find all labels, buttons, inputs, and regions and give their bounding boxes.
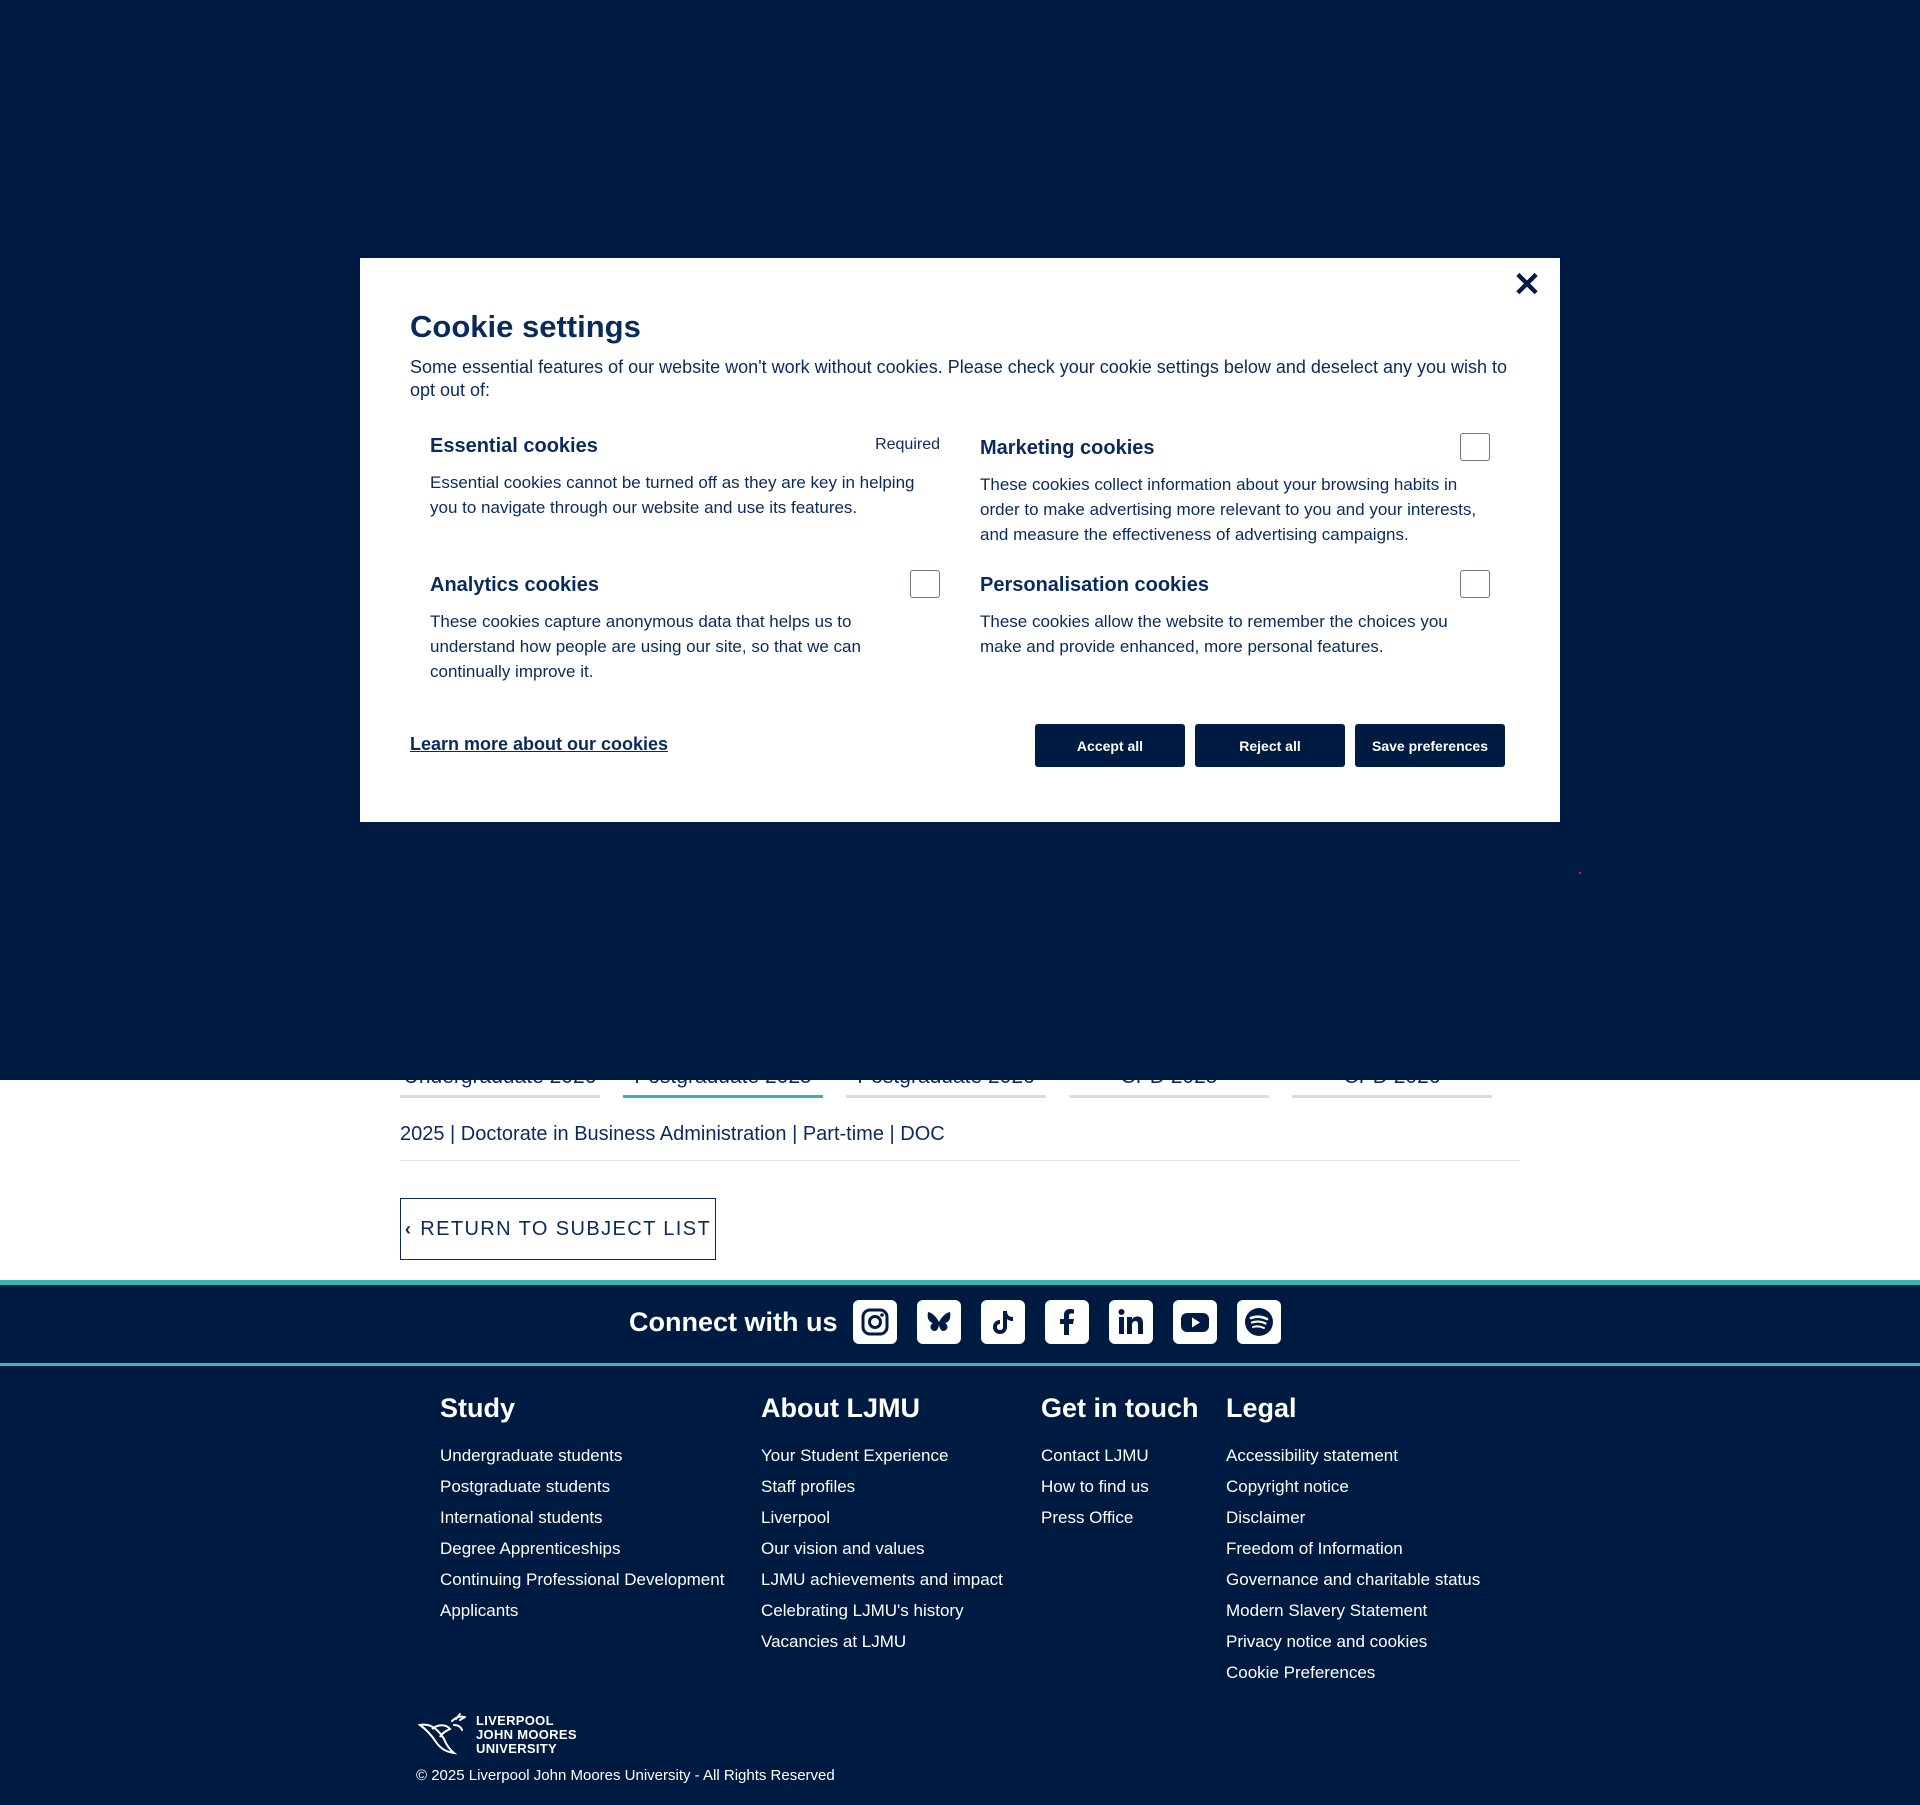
footer-link[interactable]: Vacancies at LJMU <box>761 1626 1003 1657</box>
footer-link[interactable]: Celebrating LJMU's history <box>761 1595 1003 1626</box>
course-title-line: 2025 | Doctorate in Business Administrat… <box>400 1123 1520 1161</box>
brand-line: UNIVERSITY <box>476 1741 558 1756</box>
reject-all-button[interactable]: Reject all <box>1195 724 1345 767</box>
footer-link[interactable]: Continuing Professional Development <box>440 1564 724 1595</box>
personalisation-cookies-title: Personalisation cookies <box>980 574 1209 596</box>
footer-link[interactable]: Applicants <box>440 1595 724 1626</box>
footer-link[interactable]: Freedom of Information <box>1226 1533 1480 1564</box>
footer-link[interactable]: Governance and charitable status <box>1226 1564 1480 1595</box>
footer-link[interactable]: Undergraduate students <box>440 1440 724 1471</box>
footer-link[interactable]: Contact LJMU <box>1041 1440 1199 1471</box>
footer-link[interactable]: Cookie Preferences <box>1226 1657 1480 1688</box>
return-button-label: RETURN TO SUBJECT LIST <box>420 1217 712 1240</box>
bluesky-icon[interactable] <box>917 1300 961 1344</box>
footer-link[interactable]: Accessibility statement <box>1226 1440 1480 1471</box>
footer-about-column: About LJMU Your Student Experience Staff… <box>761 1393 1003 1657</box>
footer-contact-title: Get in touch <box>1041 1393 1199 1423</box>
footer-link[interactable]: Press Office <box>1041 1502 1199 1533</box>
essential-cookies-section: Essential cookies Required Essential coo… <box>430 435 940 520</box>
footer-link[interactable]: Liverpool <box>761 1502 1003 1533</box>
tiktok-icon[interactable] <box>981 1300 1025 1344</box>
footer-link[interactable]: How to find us <box>1041 1471 1199 1502</box>
marketing-cookies-title: Marketing cookies <box>980 437 1155 459</box>
footer-link[interactable]: Our vision and values <box>761 1533 1003 1564</box>
required-label: Required <box>875 436 940 453</box>
footer-legal-title: Legal <box>1226 1393 1297 1423</box>
cookie-settings-dialog: ✕ Cookie settings Some essential feature… <box>360 258 1560 822</box>
footer-link[interactable]: Modern Slavery Statement <box>1226 1595 1480 1626</box>
personalisation-cookies-checkbox[interactable] <box>1460 570 1490 598</box>
footer-contact-column: Get in touch Contact LJMU How to find us… <box>1041 1393 1199 1533</box>
footer-about-title: About LJMU <box>761 1393 920 1423</box>
learn-more-cookies-link[interactable]: Learn more about our cookies <box>410 734 668 755</box>
liver-bird-icon <box>417 1713 466 1755</box>
site-footer: Study Undergraduate students Postgraduat… <box>0 1366 1920 1805</box>
footer-link[interactable]: Degree Apprenticeships <box>440 1533 724 1564</box>
youtube-icon[interactable] <box>1173 1300 1217 1344</box>
footer-link[interactable]: Your Student Experience <box>761 1440 1003 1471</box>
marketing-cookies-checkbox[interactable] <box>1460 433 1490 461</box>
footer-study-title: Study <box>440 1393 516 1423</box>
return-to-subject-list-button[interactable]: ‹ RETURN TO SUBJECT LIST <box>400 1198 716 1260</box>
personalisation-cookies-section: Personalisation cookies These cookies al… <box>980 570 1490 659</box>
close-icon[interactable]: ✕ <box>1510 266 1544 304</box>
footer-link[interactable]: Postgraduate students <box>440 1471 724 1502</box>
footer-study-column: Study Undergraduate students Postgraduat… <box>440 1393 724 1626</box>
instagram-icon[interactable] <box>853 1300 897 1344</box>
facebook-icon[interactable] <box>1045 1300 1089 1344</box>
brand-wordmark: LIVERPOOL JOHN MOORES UNIVERSITY <box>476 1714 577 1756</box>
dialog-title: Cookie settings <box>410 309 641 344</box>
spotify-icon[interactable] <box>1237 1300 1281 1344</box>
marketing-cookies-section: Marketing cookies These cookies collect … <box>980 433 1490 547</box>
connect-label: Connect with us <box>629 1307 838 1337</box>
analytics-cookies-title: Analytics cookies <box>430 574 599 596</box>
ljmu-logo[interactable]: LIVERPOOL JOHN MOORES UNIVERSITY <box>416 1711 577 1759</box>
connect-band: Connect with us <box>0 1285 1920 1363</box>
chevron-left-icon: ‹ <box>404 1218 413 1239</box>
brand-line: JOHN MOORES <box>476 1727 577 1742</box>
footer-link[interactable]: LJMU achievements and impact <box>761 1564 1003 1595</box>
footer-link[interactable]: Privacy notice and cookies <box>1226 1626 1480 1657</box>
footer-link[interactable]: Copyright notice <box>1226 1471 1480 1502</box>
footer-link[interactable]: International students <box>440 1502 724 1533</box>
analytics-cookies-section: Analytics cookies These cookies capture … <box>430 570 940 684</box>
backdrop-dot <box>1579 872 1581 874</box>
personalisation-cookies-desc: These cookies allow the website to remem… <box>980 612 1448 656</box>
copyright-text: © 2025 Liverpool John Moores University … <box>416 1767 835 1784</box>
footer-legal-column: Legal Accessibility statement Copyright … <box>1226 1393 1480 1688</box>
analytics-cookies-desc: These cookies capture anonymous data tha… <box>430 612 861 681</box>
essential-cookies-title: Essential cookies <box>430 435 598 457</box>
marketing-cookies-desc: These cookies collect information about … <box>980 475 1477 544</box>
accept-all-button[interactable]: Accept all <box>1035 724 1185 767</box>
dialog-intro: Some essential features of our website w… <box>410 357 1508 400</box>
footer-link[interactable]: Staff profiles <box>761 1471 1003 1502</box>
linkedin-icon[interactable] <box>1109 1300 1153 1344</box>
essential-cookies-desc: Essential cookies cannot be turned off a… <box>430 473 915 517</box>
save-preferences-button[interactable]: Save preferences <box>1355 724 1505 767</box>
footer-link[interactable]: Disclaimer <box>1226 1502 1480 1533</box>
analytics-cookies-checkbox[interactable] <box>910 570 940 598</box>
brand-line: LIVERPOOL <box>476 1713 554 1728</box>
